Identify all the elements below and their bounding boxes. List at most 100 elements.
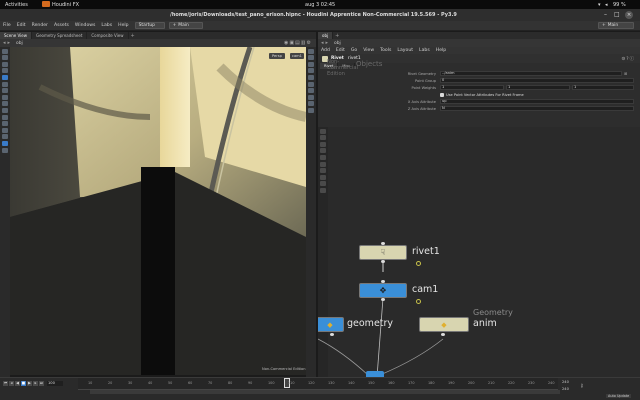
point-weight-2-field[interactable]: 1 — [506, 85, 570, 90]
menu-view[interactable]: View — [360, 48, 377, 53]
tab-scene-view[interactable]: Scene View — [0, 32, 32, 39]
node-geometry[interactable]: ◆ — [318, 317, 344, 332]
play-icon[interactable]: ▶ — [27, 381, 32, 386]
flipbook-icon[interactable] — [2, 127, 8, 133]
menu-tools[interactable]: Tools — [377, 48, 394, 53]
add-tab-icon[interactable]: + — [335, 33, 339, 39]
pane-options-icons[interactable]: ◉▣▤▥⚙ — [284, 40, 312, 46]
node-chooser-icon[interactable]: ⊞ — [624, 71, 627, 76]
menu-file[interactable]: File — [0, 23, 14, 28]
lock-camera-icon[interactable] — [2, 140, 8, 146]
right-path-obj[interactable]: obj — [334, 41, 341, 46]
point-weight-1-field[interactable]: 1 — [440, 85, 504, 90]
display-options-icon[interactable] — [308, 48, 314, 54]
render-region-icon[interactable] — [2, 114, 8, 120]
visualize-icon[interactable] — [2, 121, 8, 127]
step-back-icon[interactable]: ◂ — [9, 381, 14, 386]
z-axis-attribute-field[interactable]: N — [440, 106, 634, 111]
tab-obj[interactable]: obj — [318, 32, 334, 39]
point-group-field[interactable]: 0 — [440, 78, 634, 83]
normals-icon[interactable] — [308, 88, 314, 94]
camera-tool-icon[interactable] — [2, 134, 8, 140]
menu-go[interactable]: Go — [348, 48, 360, 53]
current-frame-field[interactable]: 100 — [47, 381, 63, 386]
rivet-geometry-field[interactable]: ../anim — [440, 71, 622, 76]
node-rivet1[interactable]: ☟ — [359, 245, 407, 260]
battery-indicator[interactable]: 99 % — [613, 2, 626, 8]
range-slider[interactable] — [90, 390, 560, 394]
transform-tool-icon[interactable] — [2, 55, 8, 61]
ghost-icon[interactable] — [2, 147, 8, 153]
menu-edit[interactable]: Edit — [333, 48, 348, 53]
left-path-obj[interactable]: obj — [16, 41, 23, 46]
wireframe-icon[interactable] — [308, 55, 314, 61]
brush-tool-icon[interactable] — [2, 101, 8, 107]
view-tool-icon[interactable] — [2, 88, 8, 94]
menu-help[interactable]: Help — [433, 48, 449, 53]
right-desktop-selector[interactable]: + Main — [598, 22, 634, 29]
back-icon[interactable]: ◂ — [3, 40, 6, 46]
tab-composite-view[interactable]: Composite View — [87, 32, 129, 39]
viewport-persp-menu[interactable]: Persp — [269, 53, 285, 59]
menu-help[interactable]: Help — [115, 23, 131, 28]
menu-assets[interactable]: Assets — [51, 23, 72, 28]
app-name[interactable]: Houdini FX — [52, 2, 79, 8]
close-icon[interactable]: × — [625, 11, 633, 19]
node-anim[interactable]: ◆ — [419, 317, 469, 332]
node-header-icons[interactable]: ⚙?ⓘ — [621, 56, 635, 62]
select-tool-icon[interactable] — [2, 48, 8, 54]
scale-tool-icon[interactable] — [2, 68, 8, 74]
menu-render[interactable]: Render — [29, 23, 51, 28]
tab-geometry-spreadsheet[interactable]: Geometry Spreadsheet — [32, 32, 88, 39]
background-icon[interactable] — [308, 74, 314, 80]
jump-start-icon[interactable]: ⏮ — [3, 381, 8, 386]
maximize-icon[interactable]: □ — [614, 11, 620, 18]
shaded-icon[interactable] — [308, 61, 314, 67]
snap-tool-icon[interactable] — [2, 94, 8, 100]
play-reverse-icon[interactable]: ◀ — [15, 381, 20, 386]
menu-labs[interactable]: Labs — [416, 48, 433, 53]
rivet1-input-connector[interactable] — [381, 242, 385, 245]
guides-icon[interactable] — [308, 94, 314, 100]
jump-end-icon[interactable]: ⏭ — [39, 381, 44, 386]
forward-icon[interactable]: ▸ — [326, 40, 329, 46]
activities-button[interactable]: Activities — [5, 2, 28, 8]
safe-area-icon[interactable] — [308, 107, 314, 113]
key-icon[interactable]: ⚷ — [580, 383, 584, 389]
network-editor[interactable]: ☟ rivet1 ✥ cam1 ◆ geometry ◆ Geometry an… — [318, 127, 640, 377]
scene-viewport[interactable]: Persp cam1 Non-Commercial Edition — [10, 47, 306, 375]
stop-icon[interactable]: ■ — [21, 381, 26, 386]
menu-layout[interactable]: Layout — [394, 48, 416, 53]
grid-icon[interactable] — [308, 101, 314, 107]
geometry-output-connector[interactable] — [330, 333, 334, 336]
anim-output-connector[interactable] — [441, 333, 445, 336]
handle-tool-icon[interactable] — [2, 74, 8, 80]
end-frame-field-2[interactable]: 240 — [562, 387, 569, 391]
x-axis-attribute-field[interactable]: up — [440, 99, 634, 104]
menu-windows[interactable]: Windows — [72, 23, 99, 28]
step-forward-icon[interactable]: ▸ — [33, 381, 38, 386]
minimize-icon[interactable]: – — [604, 11, 607, 18]
rivet1-output-connector[interactable] — [381, 260, 385, 263]
use-point-vector-checkbox[interactable] — [440, 92, 444, 97]
shelf-selector[interactable]: + Main — [168, 22, 203, 29]
magnet-tool-icon[interactable] — [2, 107, 8, 113]
network-icon[interactable]: ▾ — [598, 2, 601, 8]
auto-update-menu[interactable]: Auto Update — [606, 394, 632, 398]
viewport-camera-menu[interactable]: cam1 — [290, 53, 304, 59]
back-icon[interactable]: ◂ — [321, 40, 324, 46]
timeline-ruler[interactable]: 10 20 30 40 50 60 70 80 90 100 110 120 130 140 150 160 1… — [78, 378, 558, 390]
forward-icon[interactable]: ▸ — [8, 40, 11, 46]
volume-icon[interactable]: ◂ — [605, 2, 608, 8]
rotate-tool-icon[interactable] — [2, 61, 8, 67]
cam1-output-connector[interactable] — [381, 298, 385, 301]
pose-tool-icon[interactable] — [2, 81, 8, 87]
point-weight-3-field[interactable]: 1 — [572, 85, 634, 90]
menu-add[interactable]: Add — [318, 48, 333, 53]
points-icon[interactable] — [308, 81, 314, 87]
cam1-input-connector[interactable] — [381, 280, 385, 283]
menu-labs[interactable]: Labs — [98, 23, 115, 28]
node-cam1[interactable]: ✥ — [359, 283, 407, 298]
end-frame-field[interactable]: 240 — [562, 380, 569, 384]
lights-icon[interactable] — [308, 68, 314, 74]
